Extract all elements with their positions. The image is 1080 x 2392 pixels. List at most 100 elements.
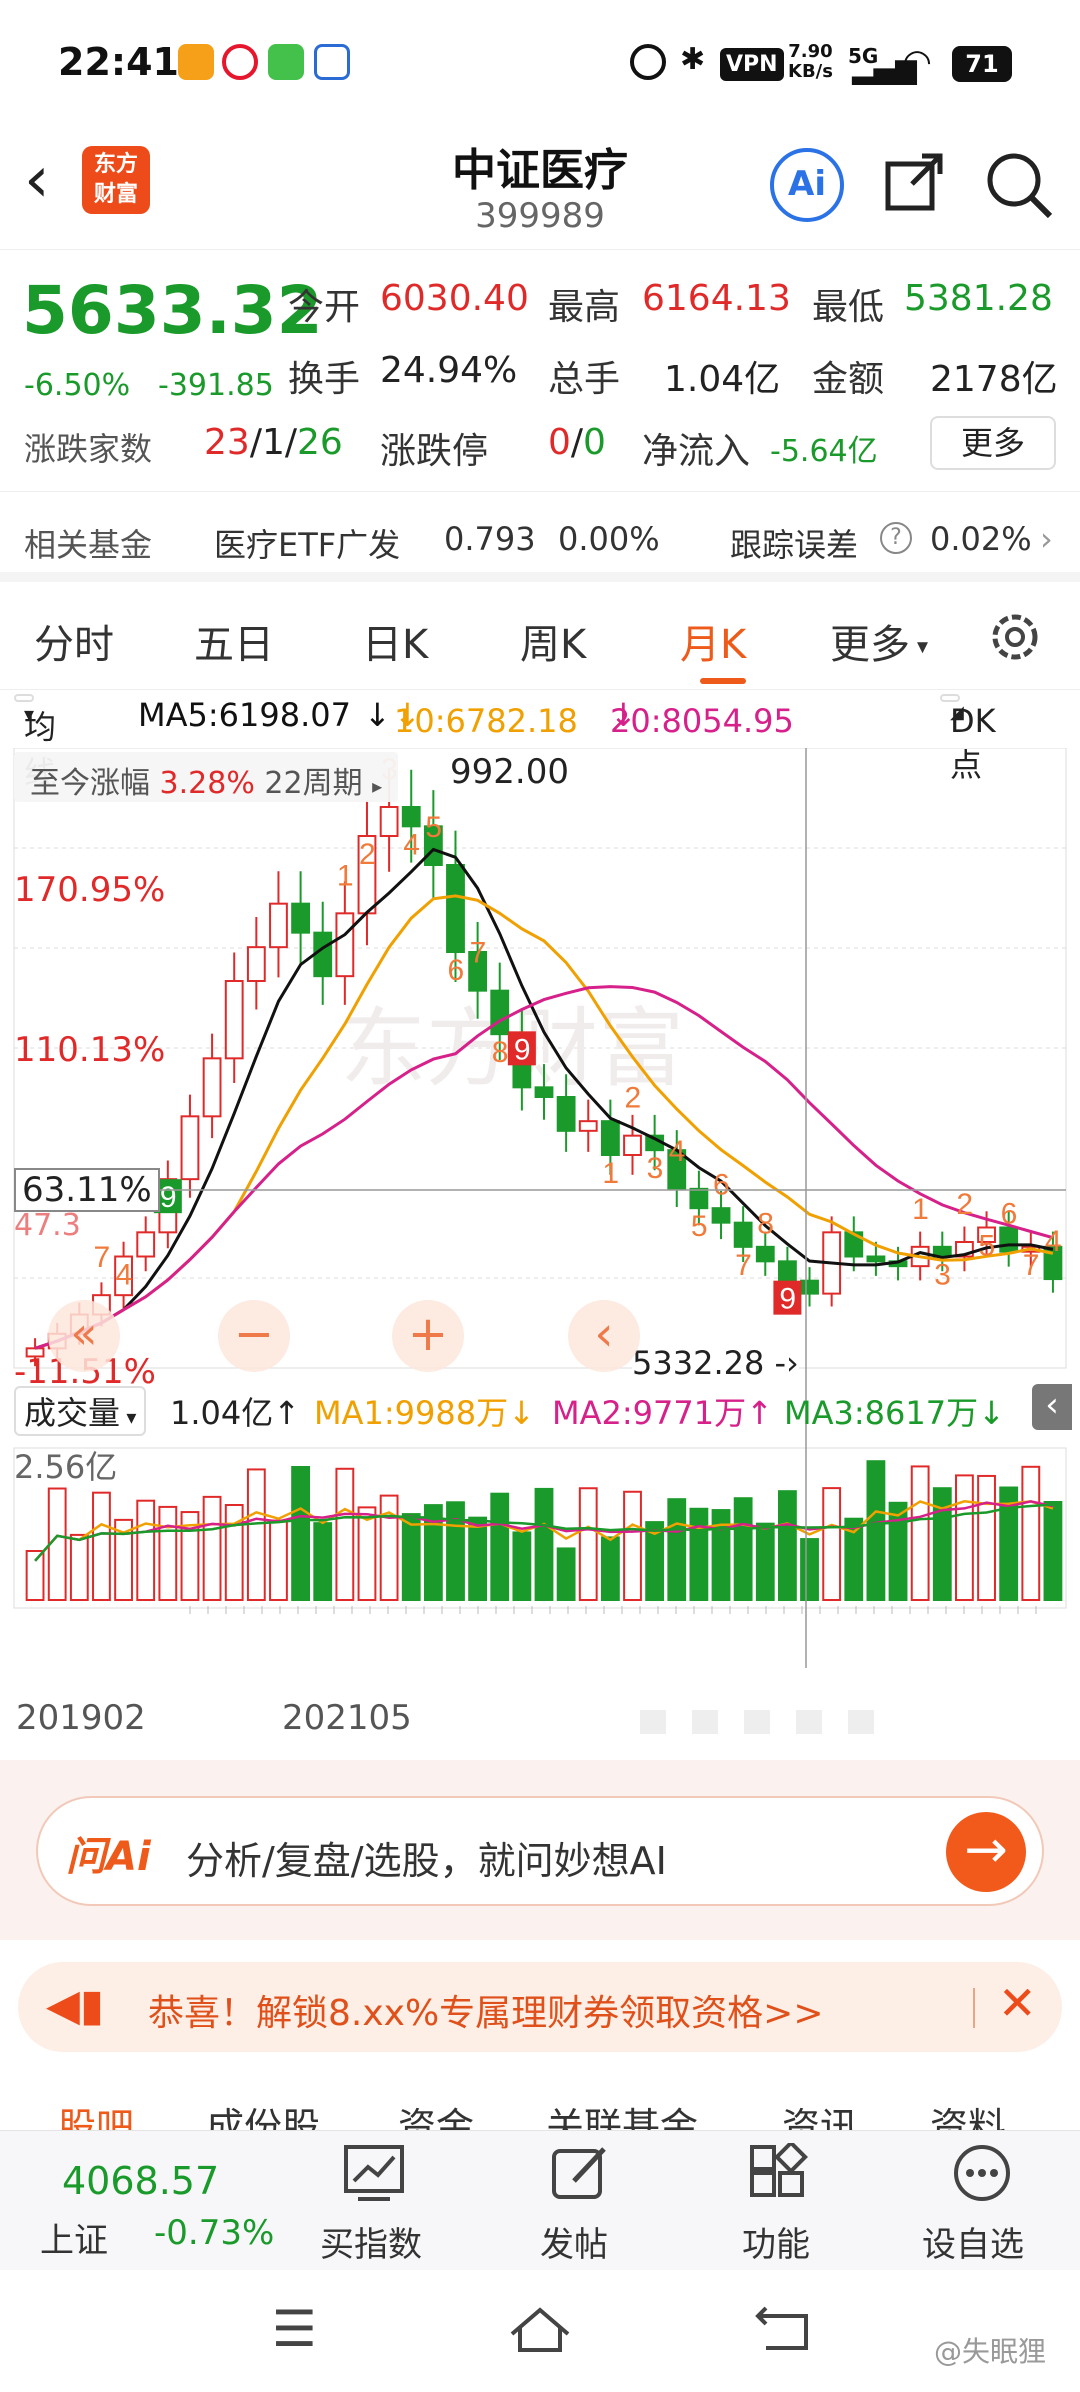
td-mark: 6 (713, 1169, 730, 1202)
volume-bar (202, 1495, 222, 1601)
fund-name: 医疗ETF广发 (214, 526, 401, 564)
chart-trend-icon (344, 2145, 404, 2201)
sub-tab-news[interactable]: 资讯 (782, 2096, 858, 2130)
settings-gear-icon[interactable] (984, 606, 1046, 668)
breadth-up: 23 (204, 422, 250, 463)
candle-body (578, 1120, 598, 1132)
volume-bar (556, 1547, 576, 1602)
ai-submit-arrow-icon[interactable]: → (946, 1812, 1026, 1892)
fund-price: 0.793 (444, 520, 536, 558)
candle-body (291, 902, 311, 934)
volume-bar (977, 1474, 996, 1602)
volume-bar (246, 1468, 266, 1601)
volume-bar (468, 1516, 488, 1601)
low-price-label: 5332.28 -› (632, 1344, 799, 1382)
candle-body (202, 1057, 222, 1118)
sse-index-name: 上证 (40, 2221, 108, 2261)
limit-sep: / (570, 422, 584, 463)
buy-index-button[interactable]: 买指数 (310, 2131, 440, 2271)
battery-level: 71 (965, 50, 999, 78)
volume-selector[interactable]: 成交量 ▾ (14, 1386, 147, 1436)
functions-button[interactable]: 功能 (718, 2131, 838, 2271)
ai-search-input[interactable]: 分析/复盘/选股，就问妙想AI (186, 1830, 667, 1885)
menu-nav-icon[interactable]: ☰ (272, 2300, 317, 2358)
volume-bar (1021, 1465, 1041, 1602)
home-nav-icon[interactable] (508, 2304, 572, 2356)
sub-tab-profile[interactable]: 资料 (930, 2096, 1006, 2130)
limit-label: 涨跌停 (380, 431, 489, 472)
zoom-in-button[interactable]: + (392, 1300, 464, 1372)
promo-banner[interactable]: ◀▮ 恭喜！解锁8.xx%专属理财券领取资格>> ✕ (18, 1962, 1062, 2052)
td-mark: 5 (691, 1210, 708, 1243)
scroll-left-button[interactable]: « (48, 1300, 120, 1372)
search-icon[interactable] (984, 150, 1054, 220)
tab-five-day[interactable]: 五日 (194, 612, 274, 670)
tab-more-label: 更多 (830, 622, 910, 668)
candle-body (534, 1086, 554, 1099)
more-button[interactable]: 更多 (930, 416, 1056, 470)
volume-bar (401, 1513, 421, 1602)
x-label-1: 201902 (16, 1698, 146, 1738)
back-nav-icon[interactable] (752, 2304, 816, 2356)
gain-label: 至今涨幅 (30, 766, 150, 801)
fund-change: 0.00% (558, 520, 660, 558)
high-value: 6164.13 (642, 278, 791, 319)
volume-bar (755, 1522, 775, 1602)
ai-button[interactable]: Ai (770, 148, 844, 222)
tab-monthly[interactable]: 月K (680, 612, 746, 670)
y-label-1: 170.95% (14, 870, 166, 910)
share-icon[interactable] (882, 150, 946, 214)
open-value: 6030.40 (380, 278, 529, 319)
promo-text[interactable]: 恭喜！解锁8.xx%专属理财券领取资格>> (148, 1984, 824, 2036)
volume-bar (822, 1487, 842, 1601)
caret-down-icon: ▾ (24, 702, 35, 726)
candle-body (335, 912, 355, 978)
sub-tab-constituents[interactable]: 成份股 (206, 2096, 320, 2130)
td-mark: 9 (779, 1283, 796, 1316)
tab-daily[interactable]: 日K (362, 612, 428, 670)
zoom-out-button[interactable]: − (218, 1300, 290, 1372)
help-icon[interactable]: ? (880, 522, 912, 554)
scroll-prev-button[interactable]: ‹ (568, 1300, 640, 1372)
candle-body (490, 989, 510, 1036)
volume-bar (446, 1501, 465, 1601)
time-scrollbar[interactable] (640, 1710, 900, 1734)
sub-tab-forum[interactable]: 股吧 (58, 2096, 134, 2130)
change-percent: -6.50% (24, 368, 131, 403)
collapse-panel-button[interactable]: ‹ (1032, 1384, 1072, 1430)
sse-index-ticker[interactable]: 4068.57 上证 -0.73% (0, 2131, 300, 2271)
post-button[interactable]: 发帖 (520, 2131, 640, 2271)
close-icon[interactable]: ✕ (998, 1976, 1037, 2030)
candle-body (401, 806, 421, 828)
gain-period: 22周期 (264, 766, 363, 801)
sub-tab-capital[interactable]: 资金 (398, 2096, 474, 2130)
related-fund-row[interactable]: 相关基金 医疗ETF广发 0.793 0.00% 跟踪误差 ? 0.02% › (0, 498, 1080, 582)
ai-search-bar[interactable]: 问Ai 分析/复盘/选股，就问妙想AI → (36, 1796, 1044, 1906)
volume-ma1: MA1:9988万↓ (314, 1394, 535, 1432)
td-mark: 4 (403, 828, 420, 861)
tab-weekly[interactable]: 周K (520, 612, 586, 670)
volume-bar (910, 1465, 930, 1601)
tab-intraday[interactable]: 分时 (34, 612, 114, 670)
volume-bar (92, 1491, 111, 1601)
candle-body (711, 1207, 731, 1224)
open-label: 今开 (288, 287, 361, 328)
period-gain-box[interactable]: 至今涨幅 3.28% 22周期 ▸ (14, 752, 399, 802)
sub-tab-funds[interactable]: 关联基金 (546, 2096, 698, 2130)
low-price-text: 5332.28 (632, 1344, 765, 1382)
volume-bar (733, 1497, 753, 1602)
add-watchlist-button[interactable]: 设自选 (910, 2131, 1050, 2271)
candle-body (246, 946, 266, 983)
volume-bar (69, 1533, 89, 1602)
ma-selector[interactable]: 均线 ▾ (14, 694, 56, 792)
tab-more[interactable]: 更多 ▾ (830, 612, 928, 670)
dk-point-toggle[interactable]: DK点 ◢ (940, 694, 996, 784)
kline-chart[interactable]: 东方财富 74691234567891234567892567134 至今涨幅 … (0, 747, 1080, 1748)
sub-tabs: 股吧 成份股 资金 关联基金 资讯 资料 (0, 2090, 1080, 2130)
breadth-values: 23/1/26 (204, 422, 343, 463)
net-speed: 7.90 KB/s (788, 42, 833, 82)
volume-bar (25, 1550, 45, 1601)
ai-brand-logo: 问Ai (66, 1834, 151, 1880)
net-speed-value: 7.90 (788, 41, 833, 62)
td-mark: 7 (1023, 1249, 1040, 1282)
